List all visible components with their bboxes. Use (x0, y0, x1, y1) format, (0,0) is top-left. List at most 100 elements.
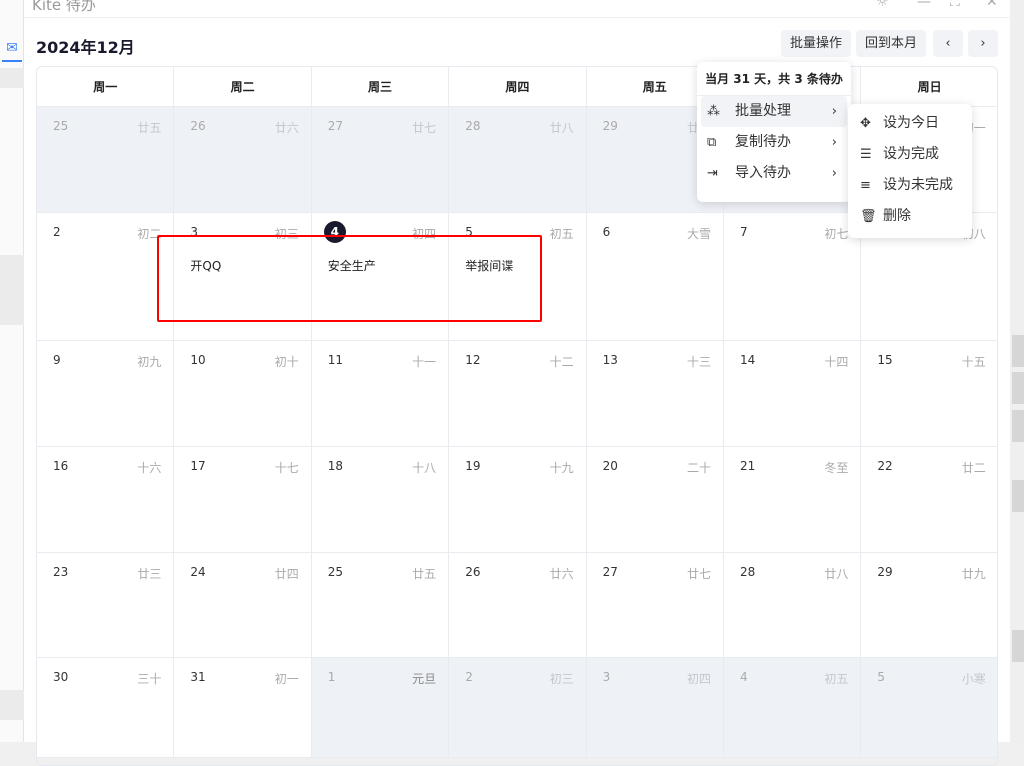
back-to-month-button[interactable]: 回到本月 (856, 30, 926, 57)
day-number: 14 (740, 353, 756, 367)
close-button[interactable]: ✕ (986, 0, 998, 10)
day-number: 11 (327, 353, 344, 367)
day-cell[interactable]: 1 元旦 (311, 658, 450, 758)
maximize-button[interactable]: ⛶ (950, 0, 960, 10)
day-cell[interactable]: 30 三十 (37, 658, 175, 758)
day-number: 23 (53, 565, 69, 579)
day-cell[interactable]: 5 小寒 (861, 658, 997, 758)
day-cell[interactable]: 13 十三 (586, 341, 724, 447)
day-cell[interactable]: 11 十一 (311, 341, 450, 447)
batch-operation-button[interactable]: 批量操作 (781, 30, 851, 57)
background-app-edge (1010, 0, 1024, 742)
lunar-date: 初十 (274, 355, 299, 369)
day-number: 27 (327, 119, 344, 133)
day-cell[interactable]: 23 廿三 (37, 553, 175, 658)
day-number: 13 (602, 353, 618, 367)
batch-menu: 当月 31 天，共 3 条待办 ⁂ 批量处理 › ⧉ 复制待办 › ⇥ 导入待办 › (697, 62, 851, 202)
day-cell[interactable]: 10 初十 (174, 341, 312, 447)
chevron-right-icon: › (831, 166, 837, 181)
day-number: 27 (602, 565, 618, 579)
day-number: 24 (190, 565, 206, 579)
day-cell[interactable]: 4 初五 (724, 658, 862, 758)
window-title: Kite 待办 (32, 0, 96, 14)
day-cell[interactable]: 29 廿九 (861, 553, 997, 658)
chevron-right-icon: › (831, 104, 837, 119)
lunar-date: 十九 (549, 461, 574, 475)
menu-item-import-todo[interactable]: ⇥ 导入待办 › (701, 158, 847, 189)
day-number: 17 (190, 459, 206, 473)
day-cell[interactable]: 7 初七 (724, 213, 862, 341)
day-cell[interactable]: 2 初二 (37, 213, 175, 341)
lunar-date: 初九 (137, 355, 162, 369)
day-cell[interactable]: 28 廿八 (724, 553, 862, 658)
day-cell[interactable]: 27 廿七 (311, 107, 450, 213)
menu-item-label: 批量处理 (735, 103, 791, 119)
submenu-set-done[interactable]: ☰ 设为完成 (848, 139, 972, 170)
day-cell[interactable]: 20 二十 (586, 447, 724, 553)
day-cell[interactable]: 15 十五 (861, 341, 997, 447)
next-month-button[interactable]: › (968, 30, 998, 57)
day-cell[interactable]: 28 廿八 (449, 107, 587, 213)
lunar-date: 十七 (274, 461, 299, 475)
lunar-date: 初五 (549, 227, 574, 241)
mail-icon: ✉ (2, 40, 22, 62)
title-bar: Kite 待办 ☼ — ⛶ ✕ (24, 0, 1010, 18)
submenu-label: 设为未完成 (883, 177, 953, 193)
day-cell[interactable]: 19 十九 (449, 447, 587, 553)
day-cell[interactable]: 12 十二 (449, 341, 587, 447)
lunar-date: 十一 (412, 355, 437, 369)
lunar-date: 十四 (824, 355, 849, 369)
day-cell[interactable]: 26 廿六 (449, 553, 587, 658)
menu-item-batch-process[interactable]: ⁂ 批量处理 › (701, 96, 847, 127)
day-number: 28 (740, 565, 756, 579)
lunar-date: 廿二 (961, 461, 986, 475)
menu-item-label: 导入待办 (735, 165, 791, 181)
day-cell[interactable]: 18 十八 (311, 447, 450, 553)
weekday-header: 周四 (449, 67, 587, 107)
lunar-date: 廿七 (412, 121, 437, 135)
day-cell[interactable]: 21 冬至 (724, 447, 862, 553)
submenu-delete[interactable]: 🗑 删除 (848, 201, 972, 232)
day-cell[interactable]: 25 廿五 (37, 107, 175, 213)
submenu-set-undone[interactable]: ≡ 设为未完成 (848, 170, 972, 201)
lunar-date: 廿五 (137, 121, 162, 135)
menu-item-copy-todo[interactable]: ⧉ 复制待办 › (701, 127, 847, 158)
day-cell[interactable]: 22 廿二 (861, 447, 997, 553)
day-cell[interactable]: 9 初九 (37, 341, 175, 447)
weekday-header: 周一 (37, 67, 175, 107)
theme-icon[interactable]: ☼ (876, 0, 889, 10)
lunar-date: 大雪 (686, 227, 711, 241)
lunar-date: 初一 (274, 672, 299, 686)
day-cell[interactable]: 14 十四 (724, 341, 862, 447)
weekday-header: 周日 (861, 67, 997, 107)
lunar-date: 十六 (137, 461, 162, 475)
lunar-date: 初三 (549, 672, 574, 686)
day-cell[interactable]: 6 大雪 (586, 213, 724, 341)
day-cell[interactable]: 24 廿四 (174, 553, 312, 658)
day-cell[interactable]: 3 初四 (586, 658, 724, 758)
lunar-date: 十二 (549, 355, 574, 369)
lunar-date: 初五 (824, 672, 849, 686)
prev-month-button[interactable]: ‹ (933, 30, 963, 57)
day-cell[interactable]: 16 十六 (37, 447, 175, 553)
lunar-date: 廿八 (824, 567, 849, 581)
month-summary: 当月 31 天，共 3 条待办 (697, 62, 851, 96)
day-cell[interactable]: 25 廿五 (311, 553, 450, 658)
submenu-label: 设为完成 (883, 146, 939, 162)
lunar-date: 廿九 (961, 567, 986, 581)
day-cell[interactable]: 27 廿七 (586, 553, 724, 658)
day-number: 25 (53, 119, 69, 133)
day-number: 5 (877, 670, 886, 684)
day-cell[interactable]: 26 廿六 (174, 107, 312, 213)
submenu-set-today[interactable]: ✥ 设为今日 (848, 108, 972, 139)
lunar-date: 廿四 (274, 567, 299, 581)
minimize-button[interactable]: — (917, 0, 931, 10)
day-cell[interactable]: 17 十七 (174, 447, 312, 553)
lunar-date: 十三 (686, 355, 711, 369)
day-number: 26 (465, 565, 481, 579)
day-cell[interactable]: 2 初三 (449, 658, 587, 758)
lunar-date: 三十 (137, 672, 162, 686)
lunar-date: 小寒 (961, 672, 986, 686)
copy-icon: ⧉ (707, 135, 717, 150)
day-cell[interactable]: 31 初一 (174, 658, 312, 758)
